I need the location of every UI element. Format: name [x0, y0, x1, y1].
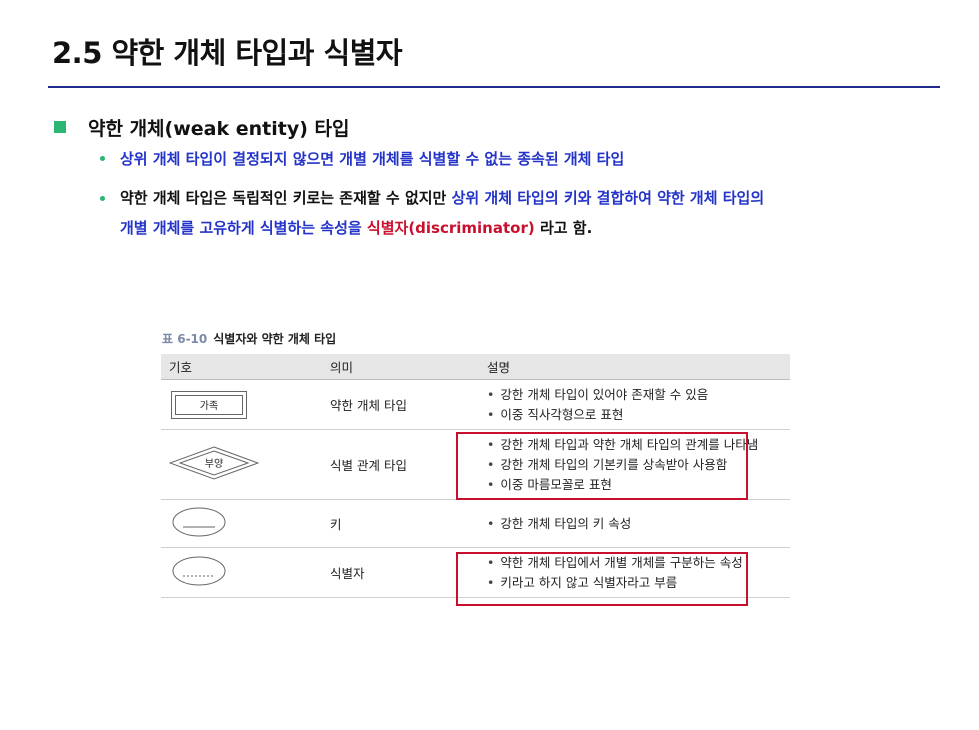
- symbol-cell: 가족: [161, 379, 322, 430]
- text-segment: 약한 개체 타입은 독립적인 키로는 존재할 수 없지만: [120, 189, 452, 207]
- symbol-cell: 부양: [161, 429, 322, 500]
- column-header: 설명: [479, 354, 790, 380]
- symbol-cell: [161, 499, 322, 548]
- title-divider: [48, 86, 940, 88]
- double-diamond-icon: 부양: [168, 446, 260, 480]
- table-row: 가족 약한 개체 타입 강한 개체 타입이 있어야 존재할 수 있음 이중 직사…: [161, 379, 790, 430]
- meaning-cell: 키: [322, 499, 479, 548]
- symbol-label: 부양: [205, 458, 223, 470]
- table-caption: 표 6-10 식별자와 약한 개체 타입: [162, 330, 336, 347]
- discriminator-ellipse-icon: [172, 556, 226, 586]
- text-segment: 라고 함.: [534, 219, 593, 237]
- text-segment-emphasis: 개별 개체를 고유하게 식별하는 속성을: [120, 219, 367, 237]
- description-cell: 강한 개체 타입의 키 속성: [479, 499, 790, 548]
- key-ellipse-icon: [172, 507, 226, 537]
- highlight-box: [456, 432, 748, 500]
- meaning-cell: 약한 개체 타입: [322, 379, 479, 430]
- double-rectangle-icon: 가족: [171, 390, 247, 419]
- table-number: 표 6-10: [162, 332, 208, 346]
- description-line: 이중 직사각형으로 표현: [487, 405, 782, 425]
- table-row: 키 강한 개체 타입의 키 속성: [161, 499, 790, 548]
- column-header: 기호: [161, 354, 322, 380]
- slide-title: 2.5 약한 개체 타입과 식별자: [52, 36, 403, 70]
- column-header: 의미: [322, 354, 479, 380]
- description-cell: 강한 개체 타입이 있어야 존재할 수 있음 이중 직사각형으로 표현: [479, 379, 790, 430]
- symbol-cell: [161, 547, 322, 598]
- highlight-box: [456, 552, 748, 606]
- description-line: 강한 개체 타입의 키 속성: [487, 514, 782, 534]
- dot-bullet-icon: [100, 156, 105, 161]
- bullet-definition: 상위 개체 타입이 결정되지 않으면 개별 개체를 식별할 수 없는 종속된 개…: [120, 150, 625, 168]
- discriminator-term: 식별자(discriminator): [366, 219, 535, 237]
- table-caption-text: 식별자와 약한 개체 타입: [213, 332, 337, 346]
- table-header-row: 기호 의미 설명: [161, 354, 790, 380]
- section-heading: 약한 개체(weak entity) 타입: [88, 118, 350, 140]
- bullet-discriminator: 약한 개체 타입은 독립적인 키로는 존재할 수 없지만 상위 개체 타입의 키…: [120, 183, 940, 243]
- text-segment-emphasis: 상위 개체 타입의 키와 결합하여 약한 개체 타입의: [451, 189, 765, 207]
- square-bullet-icon: [54, 121, 66, 133]
- description-line: 강한 개체 타입이 있어야 존재할 수 있음: [487, 385, 782, 405]
- symbol-label: 가족: [199, 401, 219, 412]
- dot-bullet-icon: [100, 196, 105, 201]
